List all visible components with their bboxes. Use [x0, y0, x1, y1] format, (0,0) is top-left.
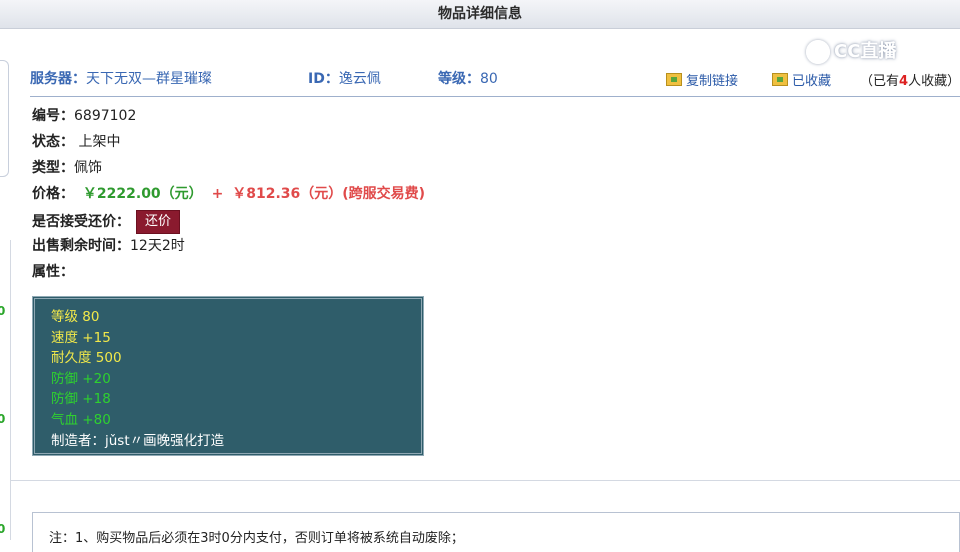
rail-mark: 0 — [0, 522, 6, 536]
divider — [10, 480, 960, 481]
attribute-line: 制造者：jǔst〃画晚强化打造 — [51, 432, 225, 449]
attribute-line: 防御 +20 — [51, 370, 111, 387]
attribute-line: 气血 +80 — [51, 411, 111, 428]
window-title: 物品详细信息 — [0, 0, 960, 29]
id-value: 逸云佩 — [338, 71, 381, 87]
number-value: 6897102 — [74, 108, 137, 124]
attribute-panel: 等级 80 速度 +15 耐久度 500 防御 +20 防御 +18 气血 +8… — [32, 296, 424, 456]
left-panel-edge — [0, 60, 9, 177]
remaining-time-value: 12天2时 — [130, 238, 185, 254]
copy-link-label: 复制链接 — [686, 74, 739, 89]
attributes-row: 属性： — [32, 261, 74, 283]
purchase-notice: 注：1、购买物品后必须在3时0分内支付，否则订单将被系统自动废除； — [32, 512, 960, 552]
level-info: 等级：80 — [438, 68, 498, 88]
number-row: 编号：6897102 — [32, 105, 136, 127]
attributes-label: 属性： — [32, 264, 74, 280]
counter-offer-button[interactable]: 还价 — [136, 210, 181, 234]
fav-suffix: 人收藏） — [908, 74, 960, 89]
cc-logo-icon — [806, 40, 830, 64]
rail-mark: 0 — [0, 304, 6, 318]
price-fee: ￥812.36（元）(跨服交易费) — [232, 186, 426, 202]
left-rail: 0 0 0 — [0, 240, 11, 540]
number-label: 编号： — [32, 108, 74, 124]
price-row: 价格： ￥2222.00（元） + ￥812.36（元）(跨服交易费) — [32, 183, 425, 205]
attribute-line: 防御 +18 — [51, 391, 111, 408]
favorite-icon — [772, 73, 788, 86]
attribute-line: 速度 +15 — [51, 329, 111, 346]
id-label: ID： — [308, 71, 339, 87]
fav-prefix: （已有 — [860, 74, 900, 89]
attribute-line: 耐久度 500 — [51, 350, 122, 367]
price-main: ￥2222.00（元） — [82, 186, 203, 202]
type-value: 佩饰 — [74, 160, 102, 176]
price-label: 价格： — [32, 186, 74, 202]
id-info: ID：逸云佩 — [308, 68, 381, 88]
rail-mark: 0 — [0, 412, 6, 426]
status-value: 上架中 — [78, 134, 121, 150]
copy-link-icon — [666, 73, 682, 86]
server-info: 服务器：天下无双—群星璀璨 — [30, 68, 212, 88]
copy-link-button[interactable]: 复制链接 — [666, 70, 738, 89]
favorite-label: 已收藏 — [792, 74, 832, 89]
status-label: 状态： — [32, 134, 74, 150]
counter-offer-row: 是否接受还价： 还价 — [32, 210, 181, 234]
server-value: 天下无双—群星璀璨 — [86, 71, 212, 87]
remaining-time-row: 出售剩余时间：12天2时 — [32, 235, 185, 257]
notice-text: 注：1、购买物品后必须在3时0分内支付，否则订单将被系统自动废除； — [49, 531, 464, 546]
attribute-line: 等级 80 — [51, 309, 100, 325]
counter-offer-label: 是否接受还价： — [32, 214, 130, 230]
level-label: 等级： — [438, 71, 480, 87]
status-row: 状态： 上架中 — [32, 131, 120, 153]
server-label: 服务器： — [30, 71, 86, 87]
favorite-button[interactable]: 已收藏 — [772, 70, 831, 89]
item-info-bar: 服务器：天下无双—群星璀璨 ID：逸云佩 等级：80 复制链接 已收藏 （已有4… — [30, 62, 960, 97]
level-value: 80 — [480, 71, 498, 87]
price-plus: + — [211, 186, 224, 202]
fav-count-number: 4 — [899, 74, 909, 89]
remaining-time-label: 出售剩余时间： — [32, 238, 130, 254]
favorite-count: （已有4人收藏） — [860, 70, 960, 89]
type-label: 类型： — [32, 160, 74, 176]
type-row: 类型：佩饰 — [32, 157, 102, 179]
